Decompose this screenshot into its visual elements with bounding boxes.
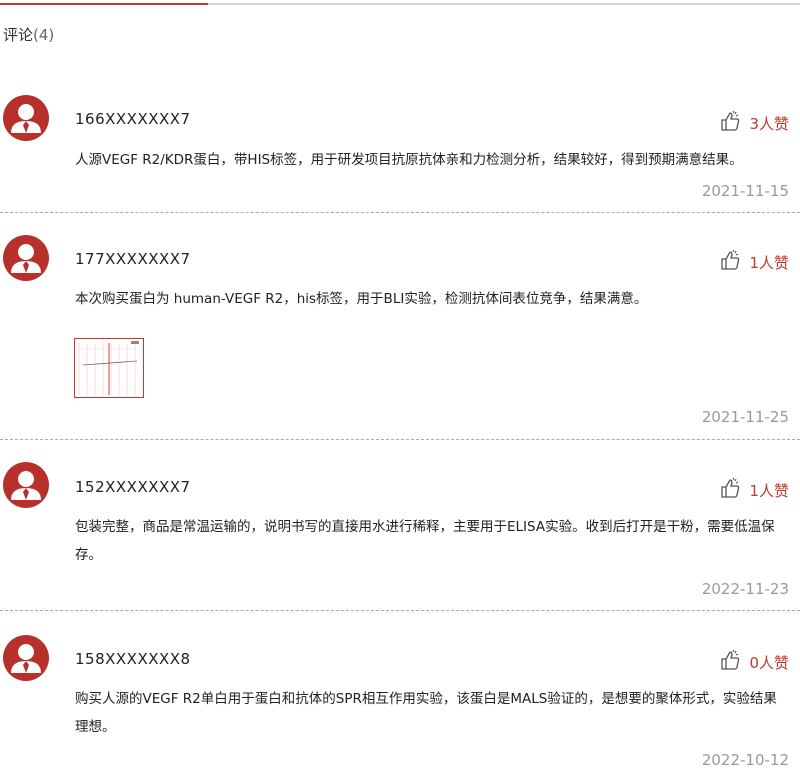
- review-date: 2021-11-25: [701, 408, 789, 426]
- reviewer-name: 166XXXXXXX7: [75, 110, 191, 128]
- user-avatar-icon: [3, 635, 49, 681]
- review-date: 2021-11-15: [701, 182, 789, 200]
- active-tab-indicator: [0, 3, 208, 5]
- like-count: 1人赞: [749, 481, 789, 500]
- review-item: 158XXXXXXX8 0人赞 购买人源的VEGF R2单白用于蛋白和抗体的SP…: [0, 611, 800, 782]
- like-button[interactable]: 3人赞: [719, 110, 789, 136]
- like-count: 3人赞: [749, 114, 789, 133]
- review-text: 购买人源的VEGF R2单白用于蛋白和抗体的SPR相互作用实验，该蛋白是MALS…: [75, 691, 777, 735]
- comments-label: 评论: [3, 26, 34, 44]
- user-avatar-icon: [3, 95, 49, 141]
- like-button[interactable]: 0人赞: [719, 649, 789, 675]
- review-text: 人源VEGF R2/KDR蛋白，带HIS标签，用于研发项目抗原抗体亲和力检测分析…: [75, 152, 743, 168]
- comments-heading: 评论(4): [3, 24, 54, 45]
- review-item: 166XXXXXXX7 3人赞 人源VEGF R2/KDR蛋白，带HIS标签，用…: [0, 84, 800, 213]
- review-item: 177XXXXXXX7 1人赞 本次购买蛋白为 human-VEGF R2，hi…: [0, 213, 800, 440]
- review-date: 2022-11-23: [701, 580, 789, 598]
- user-avatar-icon: [3, 462, 49, 508]
- user-avatar-icon: [3, 235, 49, 281]
- thumbs-up-icon: [719, 649, 741, 675]
- thumbs-up-icon: [719, 249, 741, 275]
- review-text: 包装完整，商品是常温运输的，说明书写的直接用水进行稀释，主要用于ELISA实验。…: [75, 519, 775, 563]
- like-button[interactable]: 1人赞: [719, 477, 789, 503]
- review-item: 152XXXXXXX7 1人赞 包装完整，商品是常温运输的，说明书写的直接用水进…: [0, 440, 800, 611]
- reviewer-name: 152XXXXXXX7: [75, 478, 191, 496]
- review-attachment-thumbnail[interactable]: [74, 338, 144, 398]
- review-date: 2022-10-12: [701, 751, 789, 769]
- reviewer-name: 177XXXXXXX7: [75, 250, 191, 268]
- comments-count: (4): [33, 26, 55, 44]
- like-count: 1人赞: [749, 253, 789, 272]
- thumbs-up-icon: [719, 110, 741, 136]
- reviewer-name: 158XXXXXXX8: [75, 650, 191, 668]
- review-text: 本次购买蛋白为 human-VEGF R2，his标签，用于BLI实验，检测抗体…: [75, 291, 648, 307]
- like-button[interactable]: 1人赞: [719, 249, 789, 275]
- like-count: 0人赞: [749, 653, 789, 672]
- thumbs-up-icon: [719, 477, 741, 503]
